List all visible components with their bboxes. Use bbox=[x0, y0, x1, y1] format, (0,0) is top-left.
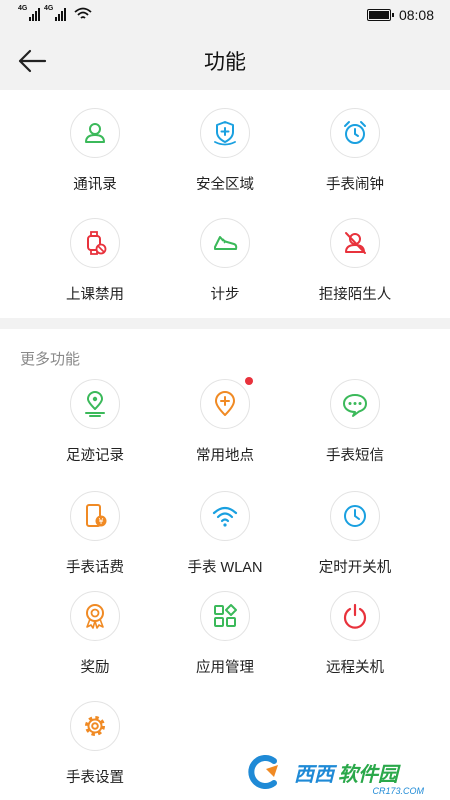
class-disable-icon bbox=[87, 231, 107, 255]
watermark-sub: CR173.COM bbox=[372, 786, 424, 796]
feature-favorite-place[interactable]: 常用地点 bbox=[160, 377, 290, 479]
remote-shutdown-icon bbox=[343, 603, 367, 629]
feature-label: 定时开关机 bbox=[318, 560, 392, 576]
battery-icon bbox=[366, 9, 394, 21]
feature-label: 常用地点 bbox=[196, 448, 254, 464]
feature-reject-stranger[interactable]: 拒接陌生人 bbox=[290, 218, 420, 318]
title-bar: 功能 bbox=[0, 32, 450, 90]
section-divider bbox=[0, 318, 450, 329]
alarm-icon bbox=[344, 121, 366, 144]
feature-settings[interactable]: 手表设置 bbox=[30, 701, 160, 800]
feature-label: 手表 WLAN bbox=[187, 560, 263, 576]
feature-icon-circle bbox=[330, 108, 380, 158]
feature-icon-circle bbox=[200, 218, 250, 268]
feature-label: 安全区域 bbox=[196, 177, 254, 193]
reject-stranger-icon bbox=[345, 232, 366, 254]
notification-badge bbox=[245, 377, 253, 385]
feature-icon-circle bbox=[200, 108, 250, 158]
feature-message[interactable]: 手表短信 bbox=[290, 379, 420, 479]
reward-icon bbox=[86, 604, 104, 629]
status-bar: 4G 4G 08:08 bbox=[0, 0, 450, 32]
feature-icon-circle bbox=[200, 377, 253, 429]
phone-fee-icon: ¥ bbox=[86, 504, 107, 527]
feature-safe-zone[interactable]: 安全区域 bbox=[160, 108, 290, 208]
page-title: 功能 bbox=[204, 51, 246, 74]
feature-icon-circle bbox=[70, 701, 120, 751]
feature-label: 手表设置 bbox=[66, 770, 124, 786]
app-manage-icon bbox=[214, 604, 237, 627]
favorite-place-icon bbox=[215, 391, 235, 416]
status-right: 08:08 bbox=[366, 7, 434, 23]
feature-icon-circle bbox=[70, 218, 120, 268]
wifi-icon bbox=[74, 7, 92, 19]
feature-label: 计步 bbox=[210, 287, 240, 303]
feature-footprint[interactable]: 足迹记录 bbox=[30, 379, 160, 479]
watermark-brand: 西西 bbox=[294, 763, 334, 786]
footprint-icon bbox=[85, 391, 105, 417]
timer-power-icon bbox=[344, 505, 366, 527]
feature-label: 上课禁用 bbox=[66, 287, 124, 303]
status-left: 4G 4G bbox=[18, 5, 92, 21]
feature-label: 手表话费 bbox=[66, 560, 124, 576]
settings-icon bbox=[85, 716, 105, 736]
watermark-text: 软件园 bbox=[338, 763, 398, 786]
feature-icon-circle bbox=[70, 379, 120, 429]
feature-icon-circle bbox=[70, 108, 120, 158]
wlan-icon bbox=[212, 506, 238, 527]
watermark: 西西 软件园 CR173.COM bbox=[244, 752, 444, 796]
feature-icon-circle bbox=[330, 379, 380, 429]
safe-zone-icon bbox=[214, 121, 236, 146]
feature-label: 奖励 bbox=[80, 660, 110, 676]
feature-label: 手表短信 bbox=[326, 448, 384, 464]
feature-step-counter[interactable]: 计步 bbox=[160, 218, 290, 318]
feature-label: 通讯录 bbox=[73, 177, 117, 193]
feature-icon-circle bbox=[70, 591, 120, 641]
main-features-section: 通讯录 安全区域 手表闹钟 上课禁用 计步 拒接陌生人 bbox=[0, 90, 450, 318]
more-features-section: 更多功能 足迹记录 常用地点 手表短信 ¥ 手表话费 手表 WLAN 定时开关机… bbox=[0, 329, 450, 800]
feature-contacts[interactable]: 通讯录 bbox=[30, 108, 160, 208]
feature-timer-power[interactable]: 定时开关机 bbox=[290, 491, 420, 591]
feature-class-disable[interactable]: 上课禁用 bbox=[30, 218, 160, 318]
feature-app-manage[interactable]: 应用管理 bbox=[160, 591, 290, 691]
feature-label: 手表闹钟 bbox=[326, 177, 384, 193]
signal-icon: 4G bbox=[44, 5, 66, 21]
feature-wlan[interactable]: 手表 WLAN bbox=[160, 491, 290, 591]
feature-icon-circle bbox=[330, 491, 380, 541]
feature-label: 远程关机 bbox=[326, 660, 384, 676]
message-icon bbox=[343, 394, 367, 417]
feature-phone-fee[interactable]: ¥ 手表话费 bbox=[30, 491, 160, 591]
network-type-label: 4G bbox=[18, 5, 28, 12]
feature-label: 拒接陌生人 bbox=[318, 287, 392, 303]
feature-alarm[interactable]: 手表闹钟 bbox=[290, 108, 420, 208]
feature-remote-shutdown[interactable]: 远程关机 bbox=[290, 591, 420, 691]
feature-reward[interactable]: 奖励 bbox=[30, 591, 160, 691]
feature-label: 足迹记录 bbox=[66, 448, 124, 464]
clock: 08:08 bbox=[398, 7, 434, 23]
feature-icon-circle bbox=[200, 591, 250, 641]
feature-icon-circle: ¥ bbox=[70, 491, 120, 541]
feature-icon-circle bbox=[200, 491, 250, 541]
contacts-icon bbox=[85, 123, 105, 143]
feature-icon-circle bbox=[330, 591, 380, 641]
step-counter-icon bbox=[214, 236, 238, 250]
network-type-label: 4G bbox=[44, 5, 54, 12]
watermark-logo-icon bbox=[248, 755, 278, 789]
feature-icon-circle bbox=[330, 218, 380, 268]
svg-text:¥: ¥ bbox=[98, 517, 103, 526]
signal-icon: 4G bbox=[18, 5, 40, 21]
feature-label: 应用管理 bbox=[196, 660, 254, 676]
section-title: 更多功能 bbox=[20, 351, 81, 368]
